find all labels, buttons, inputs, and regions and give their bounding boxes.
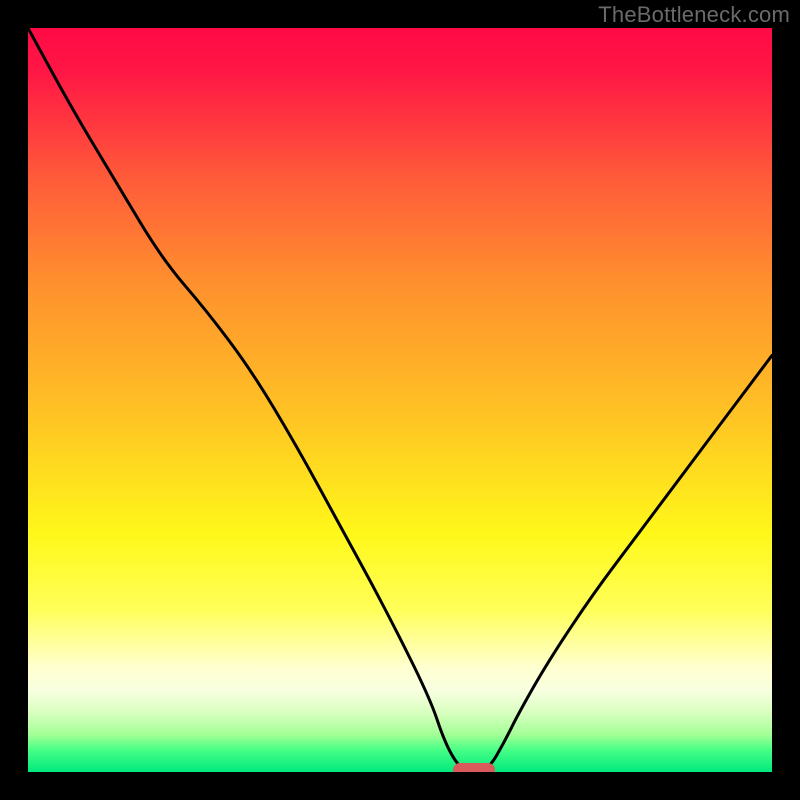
- curve-svg: [28, 28, 772, 772]
- watermark-text: TheBottleneck.com: [598, 2, 790, 28]
- plot-area: [28, 28, 772, 772]
- optimal-marker: [453, 763, 495, 772]
- chart-frame: TheBottleneck.com: [0, 0, 800, 800]
- bottleneck-curve-path: [28, 28, 772, 771]
